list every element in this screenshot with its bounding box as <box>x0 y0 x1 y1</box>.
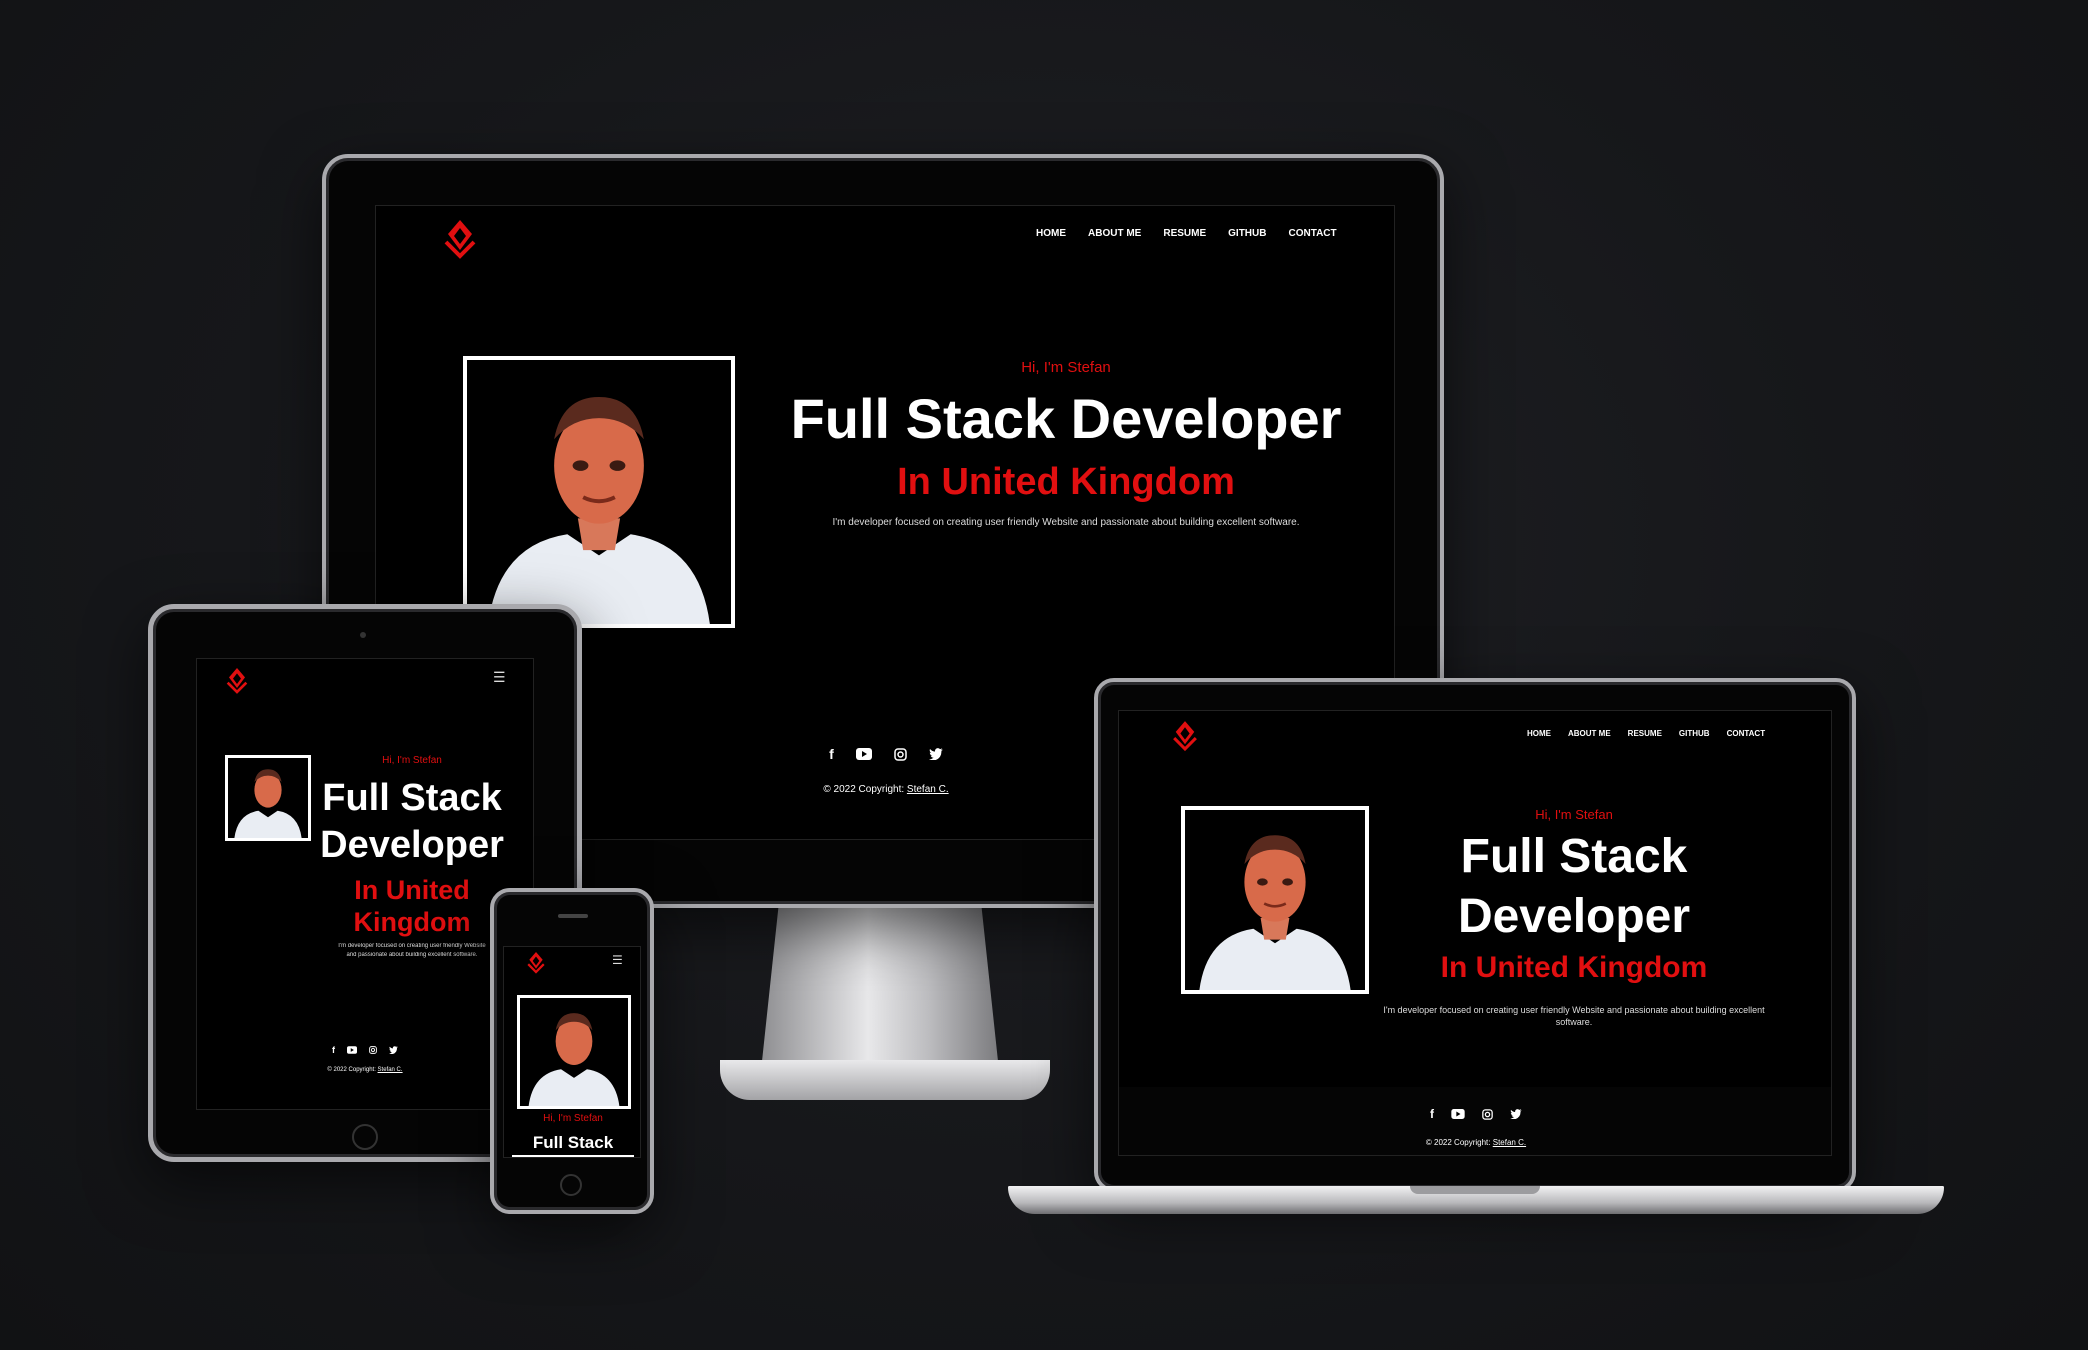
twitter-icon[interactable] <box>389 1046 398 1054</box>
social-links: f <box>197 1045 533 1055</box>
instagram-icon[interactable] <box>369 1046 377 1054</box>
copyright-text: © 2022 Copyright: <box>327 1067 378 1073</box>
nav-resume[interactable]: RESUME <box>1163 228 1206 239</box>
nav-github[interactable]: GITHUB <box>1679 729 1710 738</box>
facebook-icon[interactable]: f <box>1430 1107 1434 1121</box>
hero-subtitle-line1: In United <box>354 875 470 905</box>
tablet-home-button[interactable] <box>352 1124 378 1150</box>
nav-home[interactable]: HOME <box>1527 729 1551 738</box>
profile-photo <box>1181 806 1369 994</box>
greeting: Hi, I'm Stefan <box>1021 359 1111 376</box>
monitor-stand-base <box>720 1060 1050 1100</box>
hero-description: I'm developer focused on creating user f… <box>832 517 1300 528</box>
hero-title-line1: Full Stack <box>322 777 502 819</box>
hero-subtitle: In United Kingdom <box>1440 951 1708 984</box>
portrait-image <box>467 360 731 624</box>
portrait-image <box>1185 810 1365 990</box>
copyright-text: © 2022 Copyright: <box>1425 1138 1493 1147</box>
instagram-icon[interactable] <box>894 747 907 761</box>
hero-title: Full Stack Developer <box>790 387 1342 450</box>
laptop-screen: HOME ABOUT ME RESUME GITHUB CONTACT Hi, … <box>1118 710 1832 1156</box>
site-logo[interactable] <box>442 216 478 260</box>
hero-subtitle-line2: Kingdom <box>353 907 471 937</box>
profile-photo <box>225 755 311 841</box>
copyright-link[interactable]: Stefan C. <box>907 784 949 795</box>
copyright: © 2022 Copyright: Stefan C. <box>197 1067 533 1073</box>
hamburger-icon[interactable]: ☰ <box>612 953 623 967</box>
youtube-icon[interactable] <box>347 1046 357 1054</box>
twitter-icon[interactable] <box>1510 1109 1522 1119</box>
profile-photo <box>517 995 631 1109</box>
youtube-icon[interactable] <box>855 748 872 760</box>
laptop-notch <box>1410 1186 1540 1194</box>
instagram-icon[interactable] <box>1482 1108 1493 1120</box>
hamburger-icon[interactable]: ☰ <box>493 669 506 686</box>
hero-title-line1: Full Stack <box>532 1133 614 1152</box>
hero-description-line1: I'm developer focused on creating user f… <box>1383 1005 1765 1015</box>
logo-icon <box>444 220 476 259</box>
hero-title-line2: Developer <box>1457 890 1691 943</box>
hero-subtitle: In United Kingdom <box>897 461 1235 503</box>
hero-description-line2: and passionate about building excellent … <box>346 952 478 958</box>
social-links: f <box>1119 1107 1831 1121</box>
site-logo[interactable] <box>526 949 546 975</box>
copyright-link[interactable]: Stefan C. <box>378 1067 403 1073</box>
youtube-icon[interactable] <box>1451 1109 1465 1119</box>
hero-title-line1: Full Stack <box>1460 830 1688 883</box>
hero-description-line1: I'm developer focused on creating user f… <box>338 943 486 949</box>
nav-home[interactable]: HOME <box>1036 228 1066 239</box>
phone-bottom-edge <box>512 1155 634 1157</box>
profile-photo <box>463 356 735 628</box>
nav-resume[interactable]: RESUME <box>1628 729 1662 738</box>
greeting: Hi, I'm Stefan <box>382 755 442 766</box>
logo-icon <box>226 668 248 694</box>
phone-home-button[interactable] <box>560 1174 582 1196</box>
greeting: Hi, I'm Stefan <box>543 1113 603 1124</box>
portrait-image <box>520 998 628 1106</box>
nav-about-me[interactable]: ABOUT ME <box>1568 729 1611 738</box>
phone-speaker <box>558 914 588 918</box>
nav-about-me[interactable]: ABOUT ME <box>1088 228 1141 239</box>
hero-title-line2: Developer <box>320 824 504 866</box>
site-logo[interactable] <box>225 665 249 695</box>
copyright-text: © 2022 Copyright: <box>823 784 907 795</box>
hero-description-line2: software. <box>1555 1017 1593 1027</box>
portrait-image <box>228 758 308 838</box>
logo-icon <box>527 952 545 974</box>
facebook-icon[interactable]: f <box>332 1045 335 1055</box>
copyright-link[interactable]: Stefan C. <box>1493 1138 1526 1147</box>
copyright: © 2022 Copyright: Stefan C. <box>1119 1138 1831 1147</box>
nav-contact[interactable]: CONTACT <box>1727 729 1766 738</box>
tablet-screen: ☰ Hi, I'm Stefan Full Stack Developer In… <box>196 658 534 1110</box>
phone-screen: ☰ Hi, I'm Stefan Full Stack <box>503 946 641 1158</box>
monitor-stand-neck <box>760 900 1000 1080</box>
greeting: Hi, I'm Stefan <box>1535 807 1613 822</box>
site-logo[interactable] <box>1171 718 1199 752</box>
facebook-icon[interactable]: f <box>829 746 834 762</box>
nav-contact[interactable]: CONTACT <box>1288 228 1336 239</box>
logo-icon <box>1173 721 1197 752</box>
tablet-camera <box>360 632 366 638</box>
nav-github[interactable]: GITHUB <box>1228 228 1266 239</box>
main-nav: HOME ABOUT ME RESUME GITHUB CONTACT <box>1527 729 1765 738</box>
main-nav: HOME ABOUT ME RESUME GITHUB CONTACT <box>1036 228 1337 239</box>
twitter-icon[interactable] <box>928 748 943 760</box>
